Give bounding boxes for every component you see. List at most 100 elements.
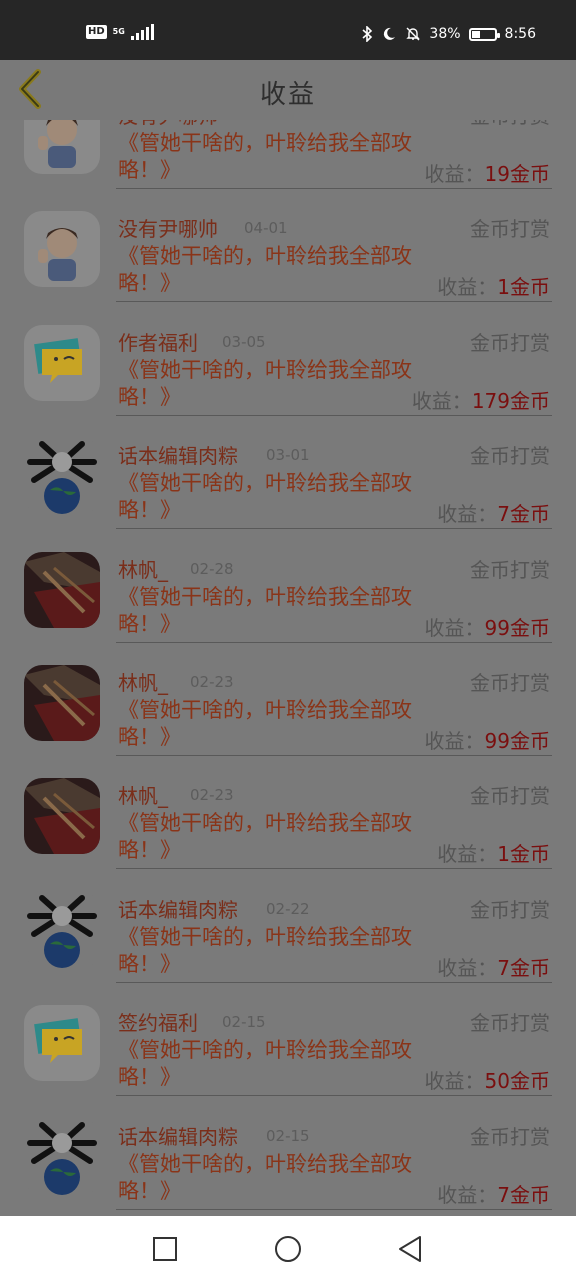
earnings-value: 99金币 — [484, 729, 550, 753]
novel-title: 《管她干啥的，叶聆给我全部攻略！》 — [118, 357, 412, 409]
date: 03-05 — [222, 332, 266, 351]
earnings: 收益：99金币 — [425, 725, 550, 754]
avatar[interactable] — [24, 665, 100, 741]
earnings-label: 收益： — [437, 955, 498, 980]
divider — [116, 1095, 552, 1097]
avatar[interactable] — [24, 211, 100, 288]
date: 02-28 — [190, 559, 234, 578]
avatar[interactable] — [24, 778, 100, 855]
square-icon[interactable] — [150, 1234, 180, 1264]
date: 03-01 — [266, 446, 310, 465]
date: 02-15 — [222, 1013, 266, 1032]
earnings: 收益：7金币 — [437, 952, 550, 981]
avatar[interactable] — [24, 438, 100, 515]
triangle-back-icon[interactable] — [396, 1234, 426, 1264]
novel-title: 《管她干啥的，叶聆给我全部攻略！》 — [118, 811, 412, 863]
battery-icon — [468, 27, 500, 41]
reward-type: 金币打赏 — [470, 1124, 550, 1149]
avatar[interactable] — [24, 891, 100, 968]
list-item[interactable]: 林帆_ 02-23 金币打赏 《管她干啥的，叶聆给我全部攻略！》 收益：1金币 — [0, 766, 576, 879]
earnings: 收益：19金币 — [425, 158, 550, 187]
reward-type: 金币打赏 — [470, 217, 550, 242]
novel-title: 《管她干啥的，叶聆给我全部攻略！》 — [118, 584, 412, 636]
novel-title: 《管她干啥的，叶聆给我全部攻略！》 — [118, 244, 412, 296]
navigation-bar — [0, 1216, 576, 1280]
divider — [116, 414, 552, 416]
sender-name: 话本编辑肉粽 — [118, 1124, 238, 1149]
reward-type: 金币打赏 — [470, 784, 550, 809]
divider — [116, 528, 552, 530]
divider — [116, 188, 552, 189]
sender-name: 话本编辑肉粽 — [118, 897, 238, 922]
earnings-value: 179金币 — [471, 388, 550, 413]
mute-bell-icon — [406, 27, 421, 41]
date: 04-01 — [244, 219, 288, 238]
list-item[interactable]: 话本编辑肉粽 02-15 金币打赏 《管她干啥的，叶聆给我全部攻略！》 收益：7金币 — [0, 1107, 576, 1216]
reward-type: 金币打赏 — [470, 444, 550, 469]
divider — [116, 868, 552, 870]
earnings-label: 收益： — [437, 502, 498, 527]
reward-type: 金币打赏 — [470, 330, 550, 355]
sender-name: 作者福利 — [118, 330, 198, 355]
bluetooth-icon — [362, 26, 373, 42]
earnings-list[interactable]: 没有尹哪帅04-01金币打赏《管她干啥的，叶聆给我全部攻略！》收益：19金币没有… — [0, 100, 576, 1216]
divider — [116, 1208, 552, 1210]
earnings: 收益：179金币 — [412, 385, 550, 414]
earnings: 收益：7金币 — [437, 498, 550, 527]
novel-title: 《管她干啥的，叶聆给我全部攻略！》 — [118, 471, 412, 523]
page-title: 收益 — [259, 80, 316, 110]
earnings: 收益：99金币 — [425, 612, 550, 641]
moon-icon — [384, 27, 396, 40]
header: 收益 — [0, 60, 576, 120]
reward-type: 金币打赏 — [470, 897, 550, 922]
clock: 8:56 — [504, 26, 536, 42]
battery-percent: 38% — [429, 26, 461, 42]
earnings-label: 收益： — [437, 1182, 498, 1207]
earnings-value: 7金币 — [497, 955, 550, 980]
earnings-value: 1金币 — [497, 842, 550, 867]
avatar[interactable] — [24, 1005, 100, 1082]
signal-icon — [130, 24, 154, 40]
list-item[interactable]: 签约福利 02-15 金币打赏 《管她干啥的，叶聆给我全部攻略！》 收益：50金币 — [0, 993, 576, 1106]
earnings: 收益：1金币 — [437, 271, 550, 300]
status-icons: 38% 8:56 — [361, 26, 536, 42]
avatar[interactable] — [24, 324, 100, 401]
earnings-label: 收益： — [437, 842, 498, 867]
earnings-label: 收益： — [424, 729, 485, 753]
reward-type: 金币打赏 — [470, 557, 550, 582]
earnings-value: 99金币 — [484, 615, 550, 640]
list-item[interactable]: 没有尹哪帅 04-01 金币打赏《管她干啥的，叶聆给我全部攻略！》 收益：1金币 — [0, 199, 576, 312]
earnings-label: 收益： — [411, 388, 472, 413]
list-item[interactable]: 作者福利 03-05 金币打赏《管她干啥的，叶聆给我全部攻略！》 收益：179金币 — [0, 313, 576, 426]
list-item[interactable]: 林帆_ 02-23 金币打赏 《管她干啥的，叶聆给我全部攻略！》 收益：99金币 — [0, 653, 576, 766]
status-bar: HD 5G 38% 8:56 — [0, 0, 576, 60]
earnings-label: 收益： — [424, 615, 485, 640]
divider — [116, 755, 552, 756]
network-type: 5G — [112, 27, 125, 36]
earnings-value: 7金币 — [497, 502, 550, 527]
sender-name: 林帆_ — [118, 557, 168, 582]
sender-name: 林帆_ — [118, 671, 168, 695]
date: 02-15 — [266, 1126, 310, 1145]
list-item[interactable]: 林帆_ 02-28 金币打赏《管她干啥的，叶聆给我全部攻略！》 收益：99金币 — [0, 540, 576, 653]
avatar[interactable] — [24, 1118, 100, 1195]
earnings-value: 1金币 — [497, 275, 550, 300]
earnings-label: 收益： — [424, 162, 485, 186]
earnings-label: 收益： — [437, 275, 498, 300]
divider — [116, 641, 552, 643]
avatar[interactable] — [24, 551, 100, 628]
reward-type: 金币打赏 — [470, 1011, 550, 1036]
sender-name: 话本编辑肉粽 — [118, 444, 238, 469]
list-item[interactable]: 话本编辑肉粽 02-22 金币打赏 《管她干啥的，叶聆给我全部攻略！》 收益：7金币 — [0, 880, 576, 993]
novel-title: 《管她干啥的，叶聆给我全部攻略！》 — [118, 131, 412, 182]
divider — [116, 981, 552, 983]
earnings: 收益：7金币 — [437, 1179, 550, 1208]
earnings: 收益：50金币 — [425, 1065, 550, 1094]
sender-name: 没有尹哪帅 — [118, 217, 218, 242]
earnings-value: 19金币 — [484, 162, 550, 186]
divider — [116, 301, 552, 303]
circle-icon[interactable] — [273, 1234, 303, 1264]
hd-badge: HD — [86, 25, 107, 39]
list-item[interactable]: 话本编辑肉粽 03-01 金币打赏《管她干啥的，叶聆给我全部攻略！》 收益：7金币 — [0, 426, 576, 539]
date: 02-23 — [190, 673, 234, 691]
